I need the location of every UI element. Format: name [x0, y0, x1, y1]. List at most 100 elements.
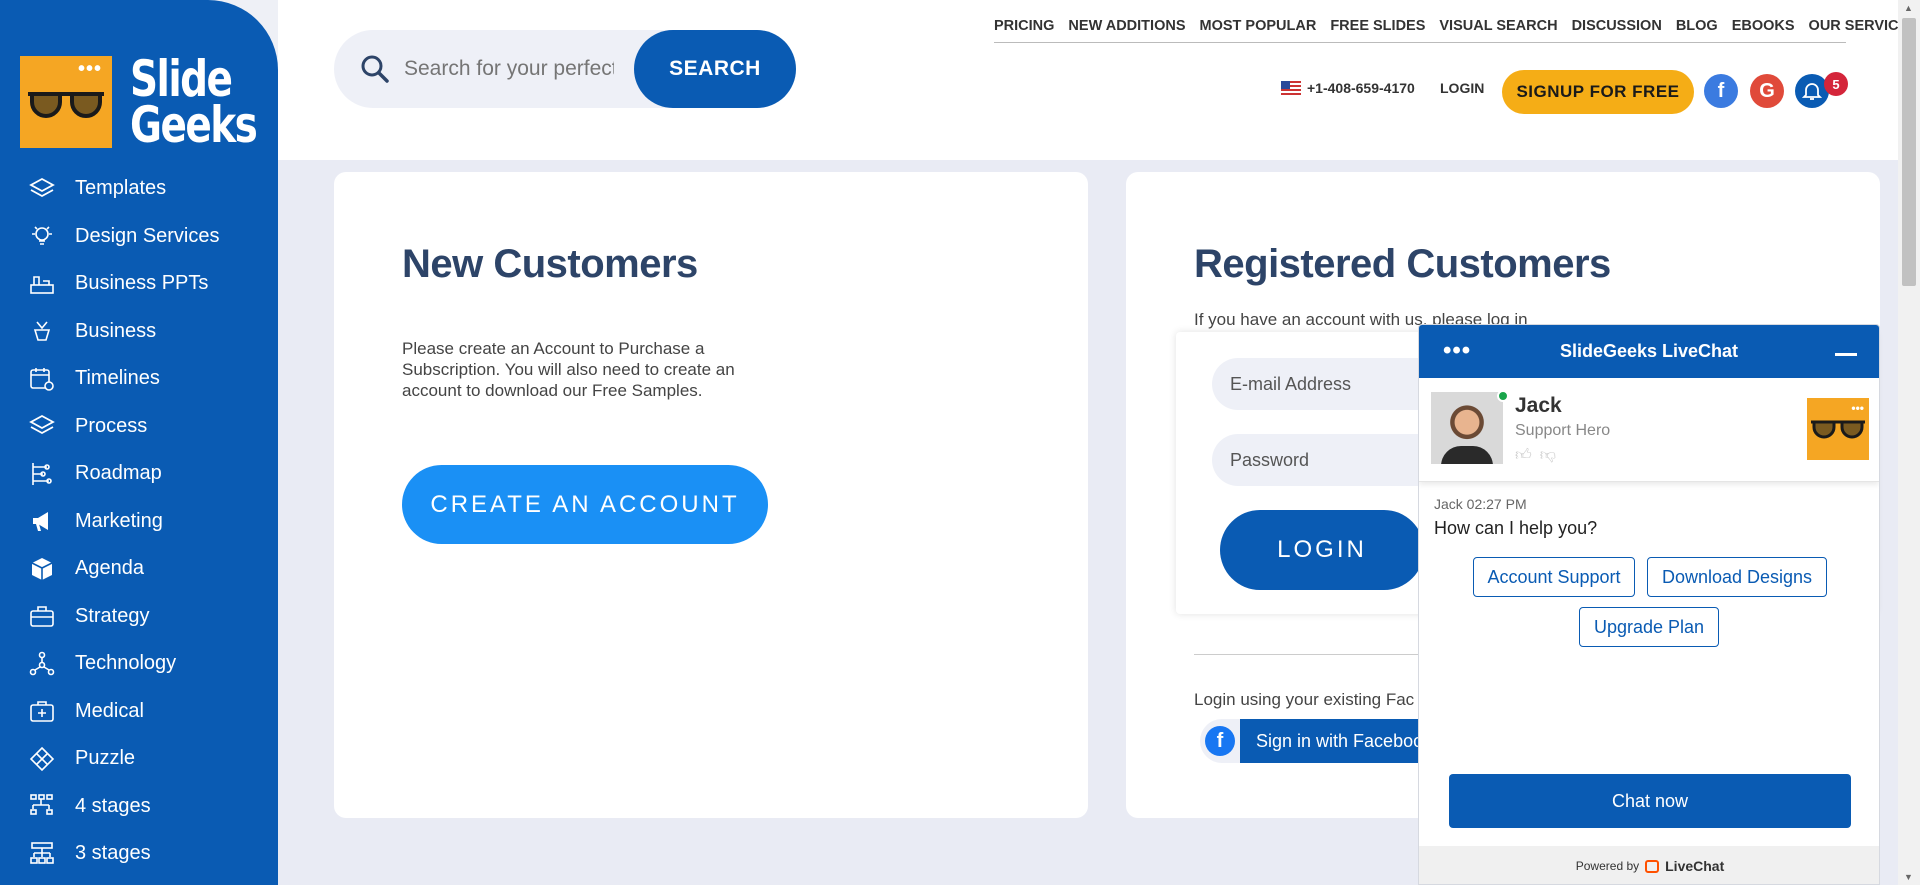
- sidebar-item-agenda[interactable]: Agenda: [0, 545, 278, 593]
- sidebar-item-strategy[interactable]: Strategy: [0, 593, 278, 641]
- facebook-login-text: Login using your existing Fac: [1194, 690, 1415, 709]
- quick-reply-upgrade-plan[interactable]: Upgrade Plan: [1579, 607, 1719, 647]
- cube-icon: [28, 555, 56, 583]
- sidebar-item-label: Roadmap: [75, 462, 162, 485]
- nav-discussion[interactable]: DISCUSSION: [1572, 18, 1662, 34]
- nav-most-popular[interactable]: MOST POPULAR: [1200, 18, 1317, 34]
- sidebar-item-puzzle[interactable]: Puzzle: [0, 735, 278, 783]
- notification-badge: 5: [1824, 72, 1848, 96]
- facebook-icon: f: [1200, 719, 1240, 763]
- nav-visual-search[interactable]: VISUAL SEARCH: [1439, 18, 1557, 34]
- hierarchy-icon: [28, 792, 56, 820]
- agent-avatar: [1431, 392, 1503, 464]
- scroll-up-icon[interactable]: ▲: [1904, 3, 1913, 13]
- network-icon: [28, 650, 56, 678]
- sidebar-item-technology[interactable]: Technology: [0, 640, 278, 688]
- registered-customers-title: Registered Customers: [1194, 242, 1611, 286]
- nav-ebooks[interactable]: EBOOKS: [1732, 18, 1795, 34]
- sidebar-item-3-stages[interactable]: 3 stages: [0, 830, 278, 878]
- quick-reply-account-support[interactable]: Account Support: [1473, 557, 1635, 597]
- idea-icon: [28, 317, 56, 345]
- sidebar-item-design-services[interactable]: Design Services: [0, 213, 278, 261]
- rating-controls: 👍︎ 👎︎: [1515, 446, 1556, 465]
- layers-icon: [28, 175, 56, 203]
- livechat-icon: [1645, 859, 1660, 873]
- sidebar-item-label: Puzzle: [75, 747, 136, 770]
- sidebar-item-roadmap[interactable]: Roadmap: [0, 450, 278, 498]
- page-scrollbar[interactable]: ▲ ▼: [1898, 0, 1920, 885]
- sidebar: ••• Slide Geeks Templates Design Service…: [0, 0, 278, 885]
- top-navigation: PRICING NEW ADDITIONS MOST POPULAR FREE …: [994, 18, 1918, 43]
- agent-role: Support Hero: [1515, 422, 1611, 439]
- facebook-icon[interactable]: f: [1704, 74, 1738, 108]
- powered-by-text: Powered by: [1575, 859, 1640, 873]
- message-meta: Jack 02:27 PM: [1434, 496, 1527, 512]
- sidebar-item-label: 3 stages: [75, 842, 151, 865]
- nav-free-slides[interactable]: FREE SLIDES: [1330, 18, 1425, 34]
- thumbs-up-icon[interactable]: 👍︎: [1515, 446, 1532, 465]
- sidebar-item-label: Medical: [75, 699, 144, 722]
- scrollbar-thumb[interactable]: [1902, 18, 1916, 286]
- livechat-header: ••• SlideGeeks LiveChat: [1419, 325, 1879, 378]
- slidegeeks-logo[interactable]: ••• Slide Geeks: [20, 50, 292, 154]
- login-button[interactable]: LOGIN: [1220, 510, 1424, 590]
- chat-now-button[interactable]: Chat now: [1449, 774, 1851, 828]
- sidebar-item-medical[interactable]: Medical: [0, 688, 278, 736]
- sidebar-item-marketing[interactable]: Marketing: [0, 498, 278, 546]
- hierarchy-icon: [28, 840, 56, 868]
- briefcase-icon: [28, 602, 56, 630]
- sidebar-item-templates[interactable]: Templates: [0, 165, 278, 213]
- sidebar-item-label: Design Services: [75, 224, 220, 247]
- phone-text: +1-408-659-4170: [1307, 80, 1415, 96]
- more-options-icon[interactable]: •••: [1443, 337, 1471, 365]
- sidebar-item-process[interactable]: Process: [0, 403, 278, 451]
- roadmap-icon: [28, 460, 56, 488]
- minimize-icon[interactable]: [1835, 353, 1857, 356]
- logo-wordmark: Slide Geeks: [130, 50, 258, 154]
- sidebar-item-label: Business: [75, 319, 157, 342]
- thumbs-down-icon[interactable]: 👎︎: [1540, 446, 1556, 465]
- us-flag-icon: [1281, 81, 1301, 95]
- new-customers-title: New Customers: [402, 242, 698, 286]
- sidebar-item-label: Strategy: [75, 604, 150, 627]
- search-icon: [361, 55, 389, 83]
- powered-by-footer: Powered by LiveChat: [1419, 846, 1879, 884]
- layers-icon: [28, 412, 56, 440]
- phone-number[interactable]: +1-408-659-4170: [1281, 80, 1415, 96]
- top-header: SEARCH PRICING NEW ADDITIONS MOST POPULA…: [278, 0, 1918, 160]
- online-status-icon: [1497, 390, 1509, 402]
- logo-glasses-icon: •••: [20, 56, 112, 148]
- header-login-link[interactable]: LOGIN: [1440, 80, 1484, 96]
- sidebar-item-business[interactable]: Business: [0, 308, 278, 356]
- create-account-button[interactable]: CREATE AN ACCOUNT: [402, 465, 768, 544]
- sidebar-item-label: 4 stages: [75, 794, 151, 817]
- signup-button[interactable]: SIGNUP FOR FREE: [1502, 70, 1694, 114]
- search-input[interactable]: [404, 52, 614, 86]
- agent-name: Jack: [1515, 394, 1562, 417]
- nav-blog[interactable]: BLOG: [1676, 18, 1718, 34]
- google-icon[interactable]: G: [1750, 74, 1784, 108]
- agent-message: How can I help you?: [1434, 518, 1598, 538]
- sidebar-item-label: Agenda: [75, 557, 144, 580]
- sidebar-item-timelines[interactable]: Timelines: [0, 355, 278, 403]
- scroll-down-icon[interactable]: ▼: [1904, 872, 1913, 882]
- sidebar-item-label: Technology: [75, 652, 177, 675]
- agent-card: Jack Support Hero 👍︎ 👎︎ •••: [1419, 378, 1879, 482]
- search-button[interactable]: SEARCH: [634, 30, 796, 108]
- new-customers-card: New Customers Please create an Account t…: [334, 172, 1088, 818]
- sidebar-menu: Templates Design Services Business PPTs …: [0, 165, 278, 878]
- livechat-title: SlideGeeks LiveChat: [1559, 341, 1739, 361]
- livechat-widget: ••• SlideGeeks LiveChat Jack Support Her…: [1418, 324, 1880, 885]
- quick-reply-download-designs[interactable]: Download Designs: [1647, 557, 1827, 597]
- medical-kit-icon: [28, 697, 56, 725]
- nav-pricing[interactable]: PRICING: [994, 18, 1054, 34]
- sidebar-item-4-stages[interactable]: 4 stages: [0, 783, 278, 831]
- factory-icon: [28, 270, 56, 298]
- sidebar-item-business-ppts[interactable]: Business PPTs: [0, 260, 278, 308]
- livechat-brand[interactable]: LiveChat: [1665, 858, 1724, 874]
- sidebar-item-label: Process: [75, 414, 148, 437]
- megaphone-icon: [28, 507, 56, 535]
- sidebar-item-label: Marketing: [75, 509, 163, 532]
- puzzle-icon: [28, 745, 56, 773]
- nav-new-additions[interactable]: NEW ADDITIONS: [1068, 18, 1185, 34]
